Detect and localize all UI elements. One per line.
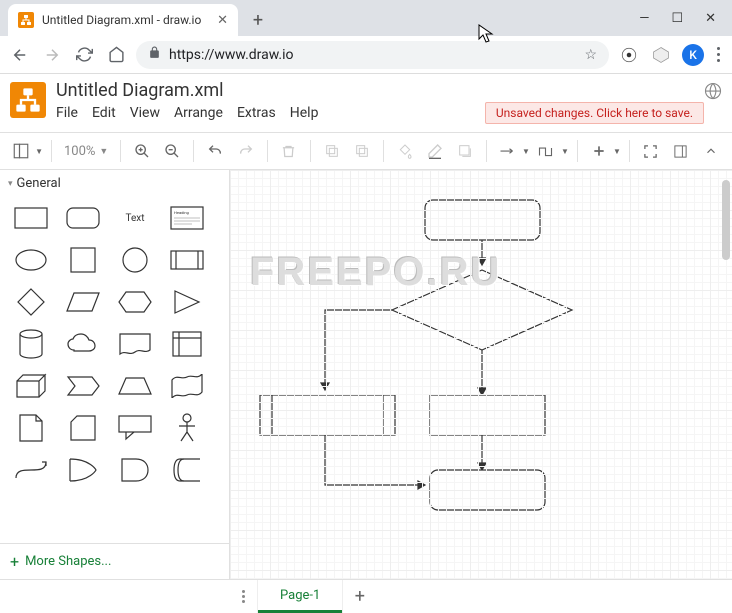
- shape-trapezoid[interactable]: [116, 371, 154, 401]
- url-text: https://www.draw.io: [169, 47, 294, 63]
- shape-and[interactable]: [116, 455, 154, 485]
- redo-icon[interactable]: [232, 137, 258, 165]
- fullscreen-icon[interactable]: [638, 137, 664, 165]
- zoom-in-icon[interactable]: [129, 137, 155, 165]
- url-input[interactable]: https://www.draw.io ☆: [136, 41, 609, 69]
- shapes-palette: Text Heading: [0, 197, 229, 543]
- app-header: Untitled Diagram.xml File Edit View Arra…: [0, 74, 732, 132]
- shape-process[interactable]: [168, 245, 206, 275]
- caret-icon[interactable]: ▼: [613, 147, 621, 156]
- shape-cloud[interactable]: [64, 329, 102, 359]
- document-title[interactable]: Untitled Diagram.xml: [56, 80, 473, 101]
- drawio-favicon: [18, 12, 34, 28]
- waypoint-icon[interactable]: [534, 137, 560, 165]
- browser-address-bar: https://www.draw.io ☆ K: [0, 36, 732, 74]
- shape-note[interactable]: [12, 413, 50, 443]
- extension-icon-1[interactable]: [617, 43, 641, 67]
- main-area: ▾General Text Heading: [0, 170, 732, 579]
- shape-data-store[interactable]: [168, 455, 206, 485]
- shape-text[interactable]: Text: [116, 203, 154, 233]
- window-controls: ― ☐ ✕: [639, 11, 732, 36]
- back-button[interactable]: [8, 43, 32, 67]
- shape-document[interactable]: [116, 329, 154, 359]
- vertical-scrollbar[interactable]: [722, 180, 730, 260]
- lock-icon: [148, 46, 161, 63]
- shape-or[interactable]: [64, 455, 102, 485]
- collapse-icon[interactable]: [698, 137, 724, 165]
- home-button[interactable]: [104, 43, 128, 67]
- shape-card[interactable]: [64, 413, 102, 443]
- delete-icon[interactable]: [276, 137, 302, 165]
- canvas[interactable]: FREEPO.RU: [230, 170, 732, 579]
- shape-parallelogram[interactable]: [64, 287, 102, 317]
- more-shapes-button[interactable]: +More Shapes...: [0, 543, 229, 579]
- tab-title: Untitled Diagram.xml - draw.io: [42, 13, 209, 27]
- fill-color-icon[interactable]: [392, 137, 418, 165]
- to-front-icon[interactable]: [319, 137, 345, 165]
- language-globe-icon[interactable]: [704, 82, 722, 104]
- shape-textbox[interactable]: Heading: [168, 203, 206, 233]
- menu-extras[interactable]: Extras: [237, 105, 276, 121]
- footer: Page-1 +: [0, 579, 732, 613]
- shape-square[interactable]: [64, 245, 102, 275]
- shape-ellipse[interactable]: [12, 245, 50, 275]
- browser-tab[interactable]: Untitled Diagram.xml - draw.io ✕: [8, 4, 238, 36]
- shape-curve[interactable]: [12, 455, 50, 485]
- menu-view[interactable]: View: [130, 105, 160, 121]
- menu-help[interactable]: Help: [290, 105, 319, 121]
- format-panel-icon[interactable]: [668, 137, 694, 165]
- shape-rounded-rect[interactable]: [64, 203, 102, 233]
- menu-file[interactable]: File: [56, 105, 78, 121]
- menu-arrange[interactable]: Arrange: [174, 105, 223, 121]
- shape-step[interactable]: [64, 371, 102, 401]
- profile-avatar[interactable]: K: [681, 43, 705, 67]
- svg-text:Heading: Heading: [174, 210, 189, 215]
- page-menu-icon[interactable]: [230, 580, 258, 613]
- to-back-icon[interactable]: [349, 137, 375, 165]
- shape-callout[interactable]: [116, 413, 154, 443]
- zoom-out-icon[interactable]: [159, 137, 185, 165]
- connection-icon[interactable]: [495, 137, 521, 165]
- shadow-icon[interactable]: [452, 137, 478, 165]
- new-tab-button[interactable]: +: [244, 6, 272, 34]
- forward-button[interactable]: [40, 43, 64, 67]
- menu-bar: File Edit View Arrange Extras Help: [56, 105, 473, 121]
- line-color-icon[interactable]: [422, 137, 448, 165]
- view-options-button[interactable]: [8, 137, 34, 165]
- shape-internal-storage[interactable]: [168, 329, 206, 359]
- zoom-level[interactable]: 100%▼: [60, 144, 112, 159]
- reload-button[interactable]: [72, 43, 96, 67]
- shape-diamond[interactable]: [12, 287, 50, 317]
- shape-cylinder[interactable]: [12, 329, 50, 359]
- shapes-sidebar: ▾General Text Heading: [0, 170, 230, 579]
- shape-circle[interactable]: [116, 245, 154, 275]
- maximize-icon[interactable]: ☐: [671, 11, 683, 26]
- shape-cube[interactable]: [12, 371, 50, 401]
- extension-icon-2[interactable]: [649, 43, 673, 67]
- undo-icon[interactable]: [202, 137, 228, 165]
- shape-rectangle[interactable]: [12, 203, 50, 233]
- category-general[interactable]: ▾General: [0, 170, 229, 197]
- minimize-icon[interactable]: ―: [639, 11, 649, 26]
- shape-triangle[interactable]: [168, 287, 206, 317]
- unsaved-changes-alert[interactable]: Unsaved changes. Click here to save.: [485, 102, 704, 124]
- add-page-button[interactable]: +: [342, 580, 376, 613]
- caret-icon[interactable]: ▼: [522, 147, 530, 156]
- caret-icon[interactable]: ▼: [35, 147, 43, 156]
- bookmark-star-icon[interactable]: ☆: [584, 47, 597, 63]
- drawio-logo[interactable]: [10, 82, 46, 118]
- toolbar: ▼ 100%▼ ▼ ▼ ▼: [0, 132, 732, 170]
- page-tab-1[interactable]: Page-1: [258, 580, 342, 613]
- close-window-icon[interactable]: ✕: [705, 11, 716, 26]
- insert-icon[interactable]: [586, 137, 612, 165]
- shape-actor[interactable]: [168, 413, 206, 443]
- browser-titlebar: Untitled Diagram.xml - draw.io ✕ + ― ☐ ✕: [0, 0, 732, 36]
- menu-edit[interactable]: Edit: [92, 105, 116, 121]
- browser-menu-icon[interactable]: [713, 43, 724, 66]
- shape-tape[interactable]: [168, 371, 206, 401]
- tab-close-icon[interactable]: ✕: [217, 13, 228, 28]
- shape-hexagon[interactable]: [116, 287, 154, 317]
- caret-icon[interactable]: ▼: [561, 147, 569, 156]
